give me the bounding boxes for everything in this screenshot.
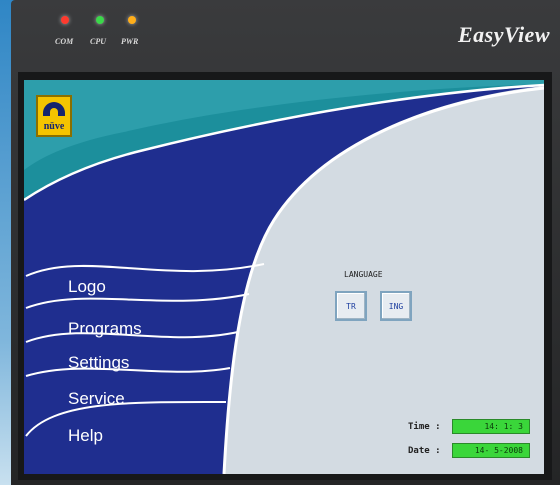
brand-title: EasyView [457,22,550,47]
com-led-icon [61,16,69,24]
logo-text: nüve [43,121,65,132]
menu-item-settings[interactable]: Settings [68,353,129,373]
nuve-logo: nüve [36,95,72,137]
pwr-led-icon [128,16,136,24]
com-label: COM [55,37,74,46]
logo-arch-icon [43,102,65,116]
date-value: 14- 5-2008 [452,443,530,458]
menu-item-logo[interactable]: Logo [68,277,106,297]
menu-item-help[interactable]: Help [68,426,103,446]
date-label: Date : [408,446,441,456]
language-label: LANGUAGE [344,270,383,279]
time-label: Time : [408,422,441,432]
cpu-led-icon [96,16,104,24]
time-value: 14: 1: 3 [452,419,530,434]
hmi-screen: nüve Logo Programs Settings Service Help… [24,80,544,474]
cpu-label: CPU [90,37,106,46]
language-tr-button[interactable]: TR [335,291,367,321]
language-ing-button[interactable]: ING [380,291,412,321]
pwr-label: PWR [121,37,139,46]
menu-item-programs[interactable]: Programs [68,319,142,339]
menu-item-service[interactable]: Service [68,389,125,409]
